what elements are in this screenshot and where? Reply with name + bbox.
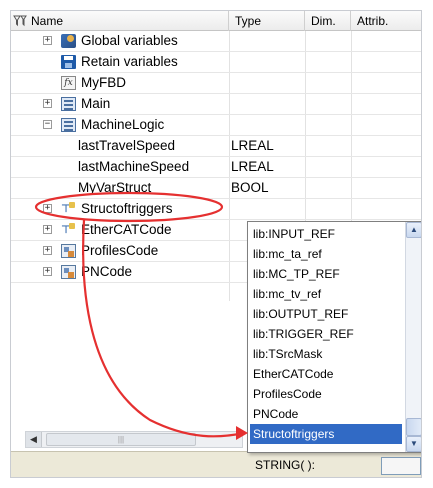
scroll-left-button[interactable]: ◀: [26, 432, 42, 447]
dropdown-option[interactable]: PNCode: [250, 404, 402, 424]
tree-row-global-variables[interactable]: + Global variables: [11, 31, 421, 52]
column-header: Name Type Dim. Attrib.: [11, 11, 421, 31]
scroll-down-icon[interactable]: ▼: [406, 436, 421, 452]
status-bar: STRING( ):: [11, 451, 421, 477]
dropdown-scrollbar[interactable]: ▲ ▼: [405, 222, 421, 452]
tree-item-label: Structoftriggers: [81, 201, 173, 216]
string-length-label: STRING( ):: [255, 458, 315, 472]
tree-row-machinelogic[interactable]: − MachineLogic: [11, 115, 421, 136]
tree-item-label: MachineLogic: [81, 117, 165, 132]
tree-row-myvarstruct[interactable]: MyVarStruct BOOL: [11, 178, 421, 199]
tree-item-label: lastMachineSpeed: [78, 159, 190, 174]
dropdown-option[interactable]: EtherCATCode: [250, 364, 402, 384]
tree-item-label: EtherCATCode: [81, 222, 172, 237]
dropdown-option[interactable]: lib:TRIGGER_REF: [250, 324, 402, 344]
column-dim[interactable]: Dim.: [305, 11, 351, 31]
variables-editor: Name Type Dim. Attrib. + Global variable…: [10, 10, 422, 478]
scroll-up-icon[interactable]: ▲: [406, 222, 421, 238]
global-variables-icon: [61, 34, 76, 48]
column-type[interactable]: Type: [229, 11, 305, 31]
expand-icon[interactable]: +: [43, 246, 52, 255]
tree-item-label: Retain variables: [81, 54, 178, 69]
tree-item-label: Global variables: [81, 33, 178, 48]
program-icon: [61, 97, 76, 111]
type-cell[interactable]: LREAL: [229, 157, 274, 177]
disk-icon: [61, 55, 76, 69]
string-length-field[interactable]: [381, 457, 421, 475]
tree-item-label: MyFBD: [81, 75, 126, 90]
tree-row-retain-variables[interactable]: Retain variables: [11, 52, 421, 73]
tree-item-label: Main: [81, 96, 111, 111]
dropdown-option-selected[interactable]: Structoftriggers: [250, 424, 402, 444]
tree-item-label: PNCode: [81, 264, 133, 279]
type-cell[interactable]: BOOL: [229, 178, 269, 198]
type-dropdown-list[interactable]: lib:INPUT_REF lib:mc_ta_ref lib:MC_TP_RE…: [247, 221, 421, 453]
collapse-icon[interactable]: −: [43, 120, 52, 129]
dropdown-option[interactable]: ProfilesCode: [250, 384, 402, 404]
function-block-icon: fx: [61, 76, 76, 90]
tree-item-label: MyVarStruct: [78, 180, 152, 195]
dropdown-option[interactable]: lib:mc_ta_ref: [250, 244, 402, 264]
struct-icon: ⊤: [61, 223, 76, 237]
scrollbar-thumb[interactable]: [406, 418, 421, 436]
dropdown-option[interactable]: lib:TSrcMask: [250, 344, 402, 364]
dropdown-option[interactable]: lib:OUTPUT_REF: [250, 304, 402, 324]
scrollbar-thumb[interactable]: |||: [46, 433, 196, 446]
type-cell[interactable]: LREAL: [229, 136, 274, 156]
expand-icon[interactable]: +: [43, 204, 52, 213]
struct-icon: ⊤: [61, 202, 76, 216]
tree-row-structoftriggers[interactable]: + ⊤ Structoftriggers: [11, 199, 421, 220]
expand-icon[interactable]: +: [43, 36, 52, 45]
tree-row-lastmachinespeed[interactable]: lastMachineSpeed LREAL: [11, 157, 421, 178]
tree-row-lasttravelspeed[interactable]: lastTravelSpeed LREAL: [11, 136, 421, 157]
tree-item-label: ProfilesCode: [81, 243, 159, 258]
expand-icon[interactable]: +: [43, 99, 52, 108]
column-name[interactable]: Name: [25, 11, 229, 31]
tree-row-main[interactable]: + Main: [11, 94, 421, 115]
tree-row-myfbd[interactable]: fx MyFBD: [11, 73, 421, 94]
dropdown-option[interactable]: lib:mc_tv_ref: [250, 284, 402, 304]
dropdown-option[interactable]: lib:INPUT_REF: [250, 224, 402, 244]
program-icon: [61, 118, 76, 132]
code-icon: [61, 265, 76, 279]
horizontal-scrollbar[interactable]: ◀ |||: [25, 431, 243, 448]
tree-item-label: lastTravelSpeed: [78, 138, 176, 153]
expand-icon[interactable]: +: [43, 267, 52, 276]
column-attrib[interactable]: Attrib.: [351, 11, 421, 31]
expand-icon[interactable]: +: [43, 225, 52, 234]
dropdown-option[interactable]: lib:MC_TP_REF: [250, 264, 402, 284]
code-icon: [61, 244, 76, 258]
